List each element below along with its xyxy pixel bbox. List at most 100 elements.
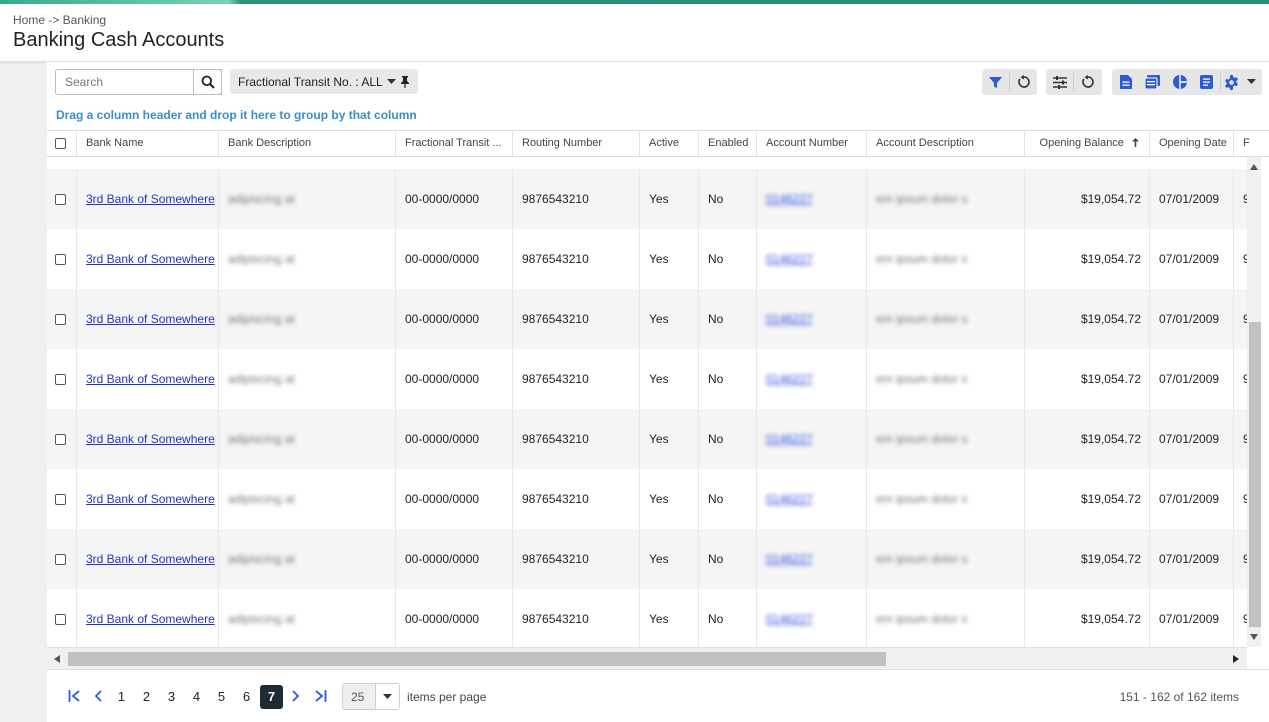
first-page-button[interactable] [64, 685, 86, 707]
account-number-link[interactable]: 0146227 [766, 192, 813, 206]
scroll-left-icon[interactable] [54, 655, 60, 663]
last-page-button[interactable] [309, 685, 331, 707]
cell-routing-number: 9876543210 [512, 289, 639, 349]
account-number-link[interactable]: 0146227 [766, 492, 813, 506]
select-all-checkbox[interactable] [55, 137, 66, 149]
account-number-link[interactable]: 0146227 [766, 372, 813, 386]
table-row[interactable]: 3rd Bank of Somewhere adipiscing at 00-000… [47, 349, 1247, 409]
cell-value: Yes [649, 192, 669, 206]
excel-export-button[interactable] [1112, 69, 1139, 95]
pdf-export-button[interactable] [1139, 69, 1166, 95]
row-checkbox[interactable] [55, 554, 66, 566]
column-header-next[interactable]: F [1233, 131, 1269, 157]
table-row[interactable]: 3rd Bank of Somewhere adipiscing at 00-000… [47, 289, 1247, 349]
report-button[interactable] [1193, 69, 1220, 95]
cell-value: 9876543210 [522, 612, 589, 626]
column-header-account-number[interactable]: Account Number [756, 131, 866, 157]
column-header-opening-balance[interactable]: Opening Balance [1024, 131, 1149, 157]
cell-fractional-transit: 00-0000/0000 [395, 469, 512, 529]
cell-value: adipiscing at [228, 252, 295, 266]
chevron-down-icon[interactable] [386, 78, 396, 85]
table-row[interactable]: 3rd Bank of Somewhere adipiscing at 00-000… [47, 229, 1247, 289]
column-header-opening-date[interactable]: Opening Date [1149, 131, 1233, 157]
cell-value: em ipsum dolor s [876, 612, 968, 626]
column-settings-button[interactable] [1046, 69, 1073, 95]
cell-opening-date: 07/01/2009 [1149, 229, 1233, 289]
next-page-button[interactable] [285, 685, 307, 707]
vertical-scrollbar[interactable] [1247, 157, 1261, 647]
row-checkbox[interactable] [55, 614, 66, 626]
row-checkbox[interactable] [55, 434, 66, 446]
bank-name-link[interactable]: 3rd Bank of Somewhere [86, 432, 215, 446]
search-button[interactable] [193, 69, 222, 95]
last-page-icon [315, 690, 327, 702]
table-row[interactable]: 3rd Bank of Somewhere adipiscing at 00-000… [47, 409, 1247, 469]
column-header-active[interactable]: Active [639, 131, 698, 157]
row-checkbox[interactable] [55, 314, 66, 326]
page-number-button[interactable]: 3 [160, 685, 183, 709]
settings-menu-button[interactable] [1221, 69, 1259, 95]
cell-routing-number: 9876543210 [512, 589, 639, 647]
reset-columns-button[interactable] [1074, 69, 1101, 95]
column-header-fractional-transit[interactable]: Fractional Transit ... [395, 131, 512, 157]
bank-name-link[interactable]: 3rd Bank of Somewhere [86, 552, 215, 566]
column-header-bank-description[interactable]: Bank Description [218, 131, 395, 157]
horizontal-scrollbar[interactable] [47, 647, 1247, 669]
bank-name-link[interactable]: 3rd Bank of Somewhere [86, 312, 215, 326]
breadcrumb[interactable]: Home -> Banking [13, 13, 106, 27]
cell-value: em ipsum dolor s [876, 552, 968, 566]
account-number-link[interactable]: 0146227 [766, 312, 813, 326]
horizontal-scroll-thumb[interactable] [68, 652, 886, 666]
bank-name-link[interactable]: 3rd Bank of Somewhere [86, 192, 215, 206]
bank-name-link[interactable]: 3rd Bank of Somewhere [86, 492, 215, 506]
page-number-button[interactable]: 5 [210, 685, 233, 709]
cell-active: Yes [639, 589, 698, 647]
column-header-enabled[interactable]: Enabled [698, 131, 756, 157]
page-number-button[interactable]: 6 [235, 685, 258, 709]
row-checkbox[interactable] [55, 494, 66, 506]
row-checkbox[interactable] [55, 254, 66, 266]
table-row[interactable]: 3rd Bank of Somewhere adipiscing at 00-000… [47, 469, 1247, 529]
scroll-up-icon[interactable] [1250, 164, 1258, 170]
page-number-button[interactable]: 1 [110, 685, 133, 709]
account-number-link[interactable]: 0146227 [766, 432, 813, 446]
page-header: Home -> Banking Banking Cash Accounts [0, 4, 1269, 62]
bank-name-link[interactable]: 3rd Bank of Somewhere [86, 612, 215, 626]
scroll-right-icon[interactable] [1233, 655, 1239, 663]
scroll-down-icon[interactable] [1250, 634, 1258, 640]
column-header-bank-name[interactable]: Bank Name [76, 131, 218, 157]
bank-name-link[interactable]: 3rd Bank of Somewhere [86, 372, 215, 386]
chart-button[interactable] [1166, 69, 1193, 95]
row-checkbox[interactable] [55, 374, 66, 386]
reset-filter-button[interactable] [1010, 69, 1037, 95]
group-by-drop-zone[interactable]: Drag a column header and drop it here to… [56, 108, 417, 122]
page-number-button[interactable]: 4 [185, 685, 208, 709]
cell-value: Yes [649, 252, 669, 266]
cell-opening-date: 07/01/2009 [1149, 349, 1233, 409]
items-per-page-dropdown-button[interactable] [375, 684, 399, 709]
previous-page-button[interactable] [87, 685, 109, 707]
account-number-link[interactable]: 0146227 [766, 552, 813, 566]
cell-bank-name: 3rd Bank of Somewhere [76, 169, 218, 229]
table-row[interactable]: 3rd Bank of Somewhere adipiscing at 00-000… [47, 589, 1247, 647]
account-number-link[interactable]: 0146227 [766, 612, 813, 626]
pin-icon[interactable] [400, 75, 410, 88]
page-number-button[interactable]: 7 [260, 685, 283, 709]
cell-value: No [708, 432, 724, 446]
items-per-page-select[interactable]: 25 [342, 683, 400, 710]
grid-header-row: Bank Name Bank Description Fractional Tr… [47, 130, 1269, 157]
cell-value: Yes [649, 492, 669, 506]
fractional-transit-filter-chip[interactable]: Fractional Transit No. : ALL [230, 69, 418, 94]
column-header-account-description[interactable]: Account Description [866, 131, 1024, 157]
column-header-routing-number[interactable]: Routing Number [512, 131, 639, 157]
row-checkbox[interactable] [55, 194, 66, 206]
cell-value: 07/01/2009 [1159, 552, 1220, 566]
table-row[interactable]: 3rd Bank of Somewhere adipiscing at 00-000… [47, 529, 1247, 589]
page-number-button[interactable]: 2 [135, 685, 158, 709]
vertical-scroll-thumb[interactable] [1249, 322, 1261, 627]
cell-opening-balance: $19,054.72 [1024, 529, 1149, 589]
filter-button[interactable] [982, 69, 1009, 95]
table-row[interactable]: 3rd Bank of Somewhere adipiscing at 00-000… [47, 169, 1247, 229]
bank-name-link[interactable]: 3rd Bank of Somewhere [86, 252, 215, 266]
account-number-link[interactable]: 0146227 [766, 252, 813, 266]
